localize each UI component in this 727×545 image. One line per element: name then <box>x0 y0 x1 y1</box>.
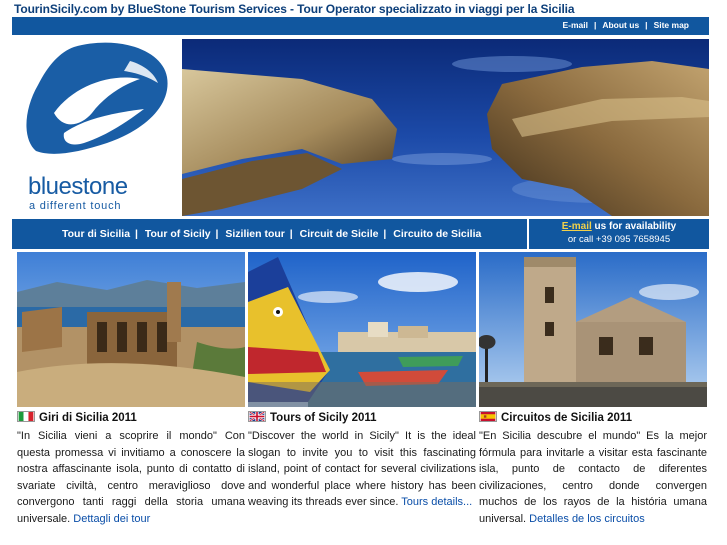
card-title-row: Giri di Sicilia 2011 <box>17 411 245 426</box>
marzamemi-boats-image[interactable] <box>248 252 476 407</box>
card-description: "En Sicilia descubre el mundo" Es la mej… <box>479 428 707 540</box>
contact-box: E-mail us for availability or call +39 0… <box>529 219 709 249</box>
card-text: "In Sicilia vieni a scoprire il mondo" C… <box>17 430 245 525</box>
card-title-row: Tours of Sicily 2011 <box>248 411 476 426</box>
top-bar: E-mail | About us | Site map <box>12 17 709 35</box>
uk-flag-icon <box>248 411 266 422</box>
site-map-link[interactable]: Site map <box>654 20 689 30</box>
tour-card-spanish: Circuitos de Sicilia 2011 "En Sicilia de… <box>479 252 707 540</box>
availability-line: E-mail us for availability <box>529 221 709 232</box>
erice-castle-image[interactable] <box>479 252 707 407</box>
card-title-row: Circuitos de Sicilia 2011 <box>479 411 707 426</box>
separator: | <box>645 20 648 30</box>
nav-sizilien-tour[interactable]: Sizilien tour <box>225 228 285 240</box>
logo-word: bluestone <box>28 173 128 200</box>
main-nav: Tour di Sicilia | Tour of Sicily | Sizil… <box>12 219 527 249</box>
taormina-theatre-image[interactable] <box>17 252 245 407</box>
bluestone-logo-icon <box>26 42 168 154</box>
italy-flag-icon <box>17 411 35 422</box>
card-description: "Discover the world in Sicily" It is the… <box>248 428 476 540</box>
separator: | <box>132 228 138 240</box>
card-details-link[interactable]: Detalles de los circuitos <box>529 513 645 525</box>
card-description: "In Sicilia vieni a scoprire il mondo" C… <box>17 428 245 540</box>
card-title[interactable]: Tours of Sicily 2011 <box>270 412 377 424</box>
page-title: TourinSicily.com by BlueStone Tourism Se… <box>14 2 575 16</box>
hero-banner-image <box>182 39 709 216</box>
tour-card-english: Tours of Sicily 2011 "Discover the world… <box>248 252 476 540</box>
spain-flag-icon <box>479 411 497 422</box>
nav-circuit-de-sicile[interactable]: Circuit de Sicile <box>300 228 379 240</box>
bluestone-logo[interactable]: bluestone a different touch <box>12 39 182 216</box>
nav-tour-of-sicily[interactable]: Tour of Sicily <box>145 228 211 240</box>
logo-tagline: a different touch <box>29 200 122 212</box>
separator: | <box>380 228 387 240</box>
card-details-link[interactable]: Dettagli dei tour <box>73 513 150 525</box>
hero-columns-image <box>182 39 709 216</box>
separator: | <box>286 228 293 240</box>
nav-items: Tour di Sicilia | Tour of Sicily | Sizil… <box>62 228 481 240</box>
card-details-link[interactable]: Tours details... <box>401 496 472 508</box>
email-link[interactable]: E-mail <box>562 20 588 30</box>
card-title[interactable]: Giri di Sicilia 2011 <box>39 412 137 424</box>
about-us-link[interactable]: About us <box>602 20 639 30</box>
card-text: "En Sicilia descubre el mundo" Es la mej… <box>479 430 707 525</box>
nav-circuito-de-sicilia[interactable]: Circuito de Sicilia <box>393 228 481 240</box>
contact-email-link[interactable]: E-mail <box>562 221 592 232</box>
phone-line: or call +39 095 7658945 <box>567 234 671 245</box>
separator: | <box>593 20 597 30</box>
card-title[interactable]: Circuitos de Sicilia 2011 <box>501 412 632 424</box>
top-links: E-mail | About us | Site map <box>562 20 689 30</box>
tour-card-italian: Giri di Sicilia 2011 "In Sicilia vieni a… <box>17 252 245 540</box>
availability-text: us for availability <box>591 221 677 232</box>
separator: | <box>212 228 219 240</box>
nav-tour-di-sicilia[interactable]: Tour di Sicilia <box>62 228 130 240</box>
